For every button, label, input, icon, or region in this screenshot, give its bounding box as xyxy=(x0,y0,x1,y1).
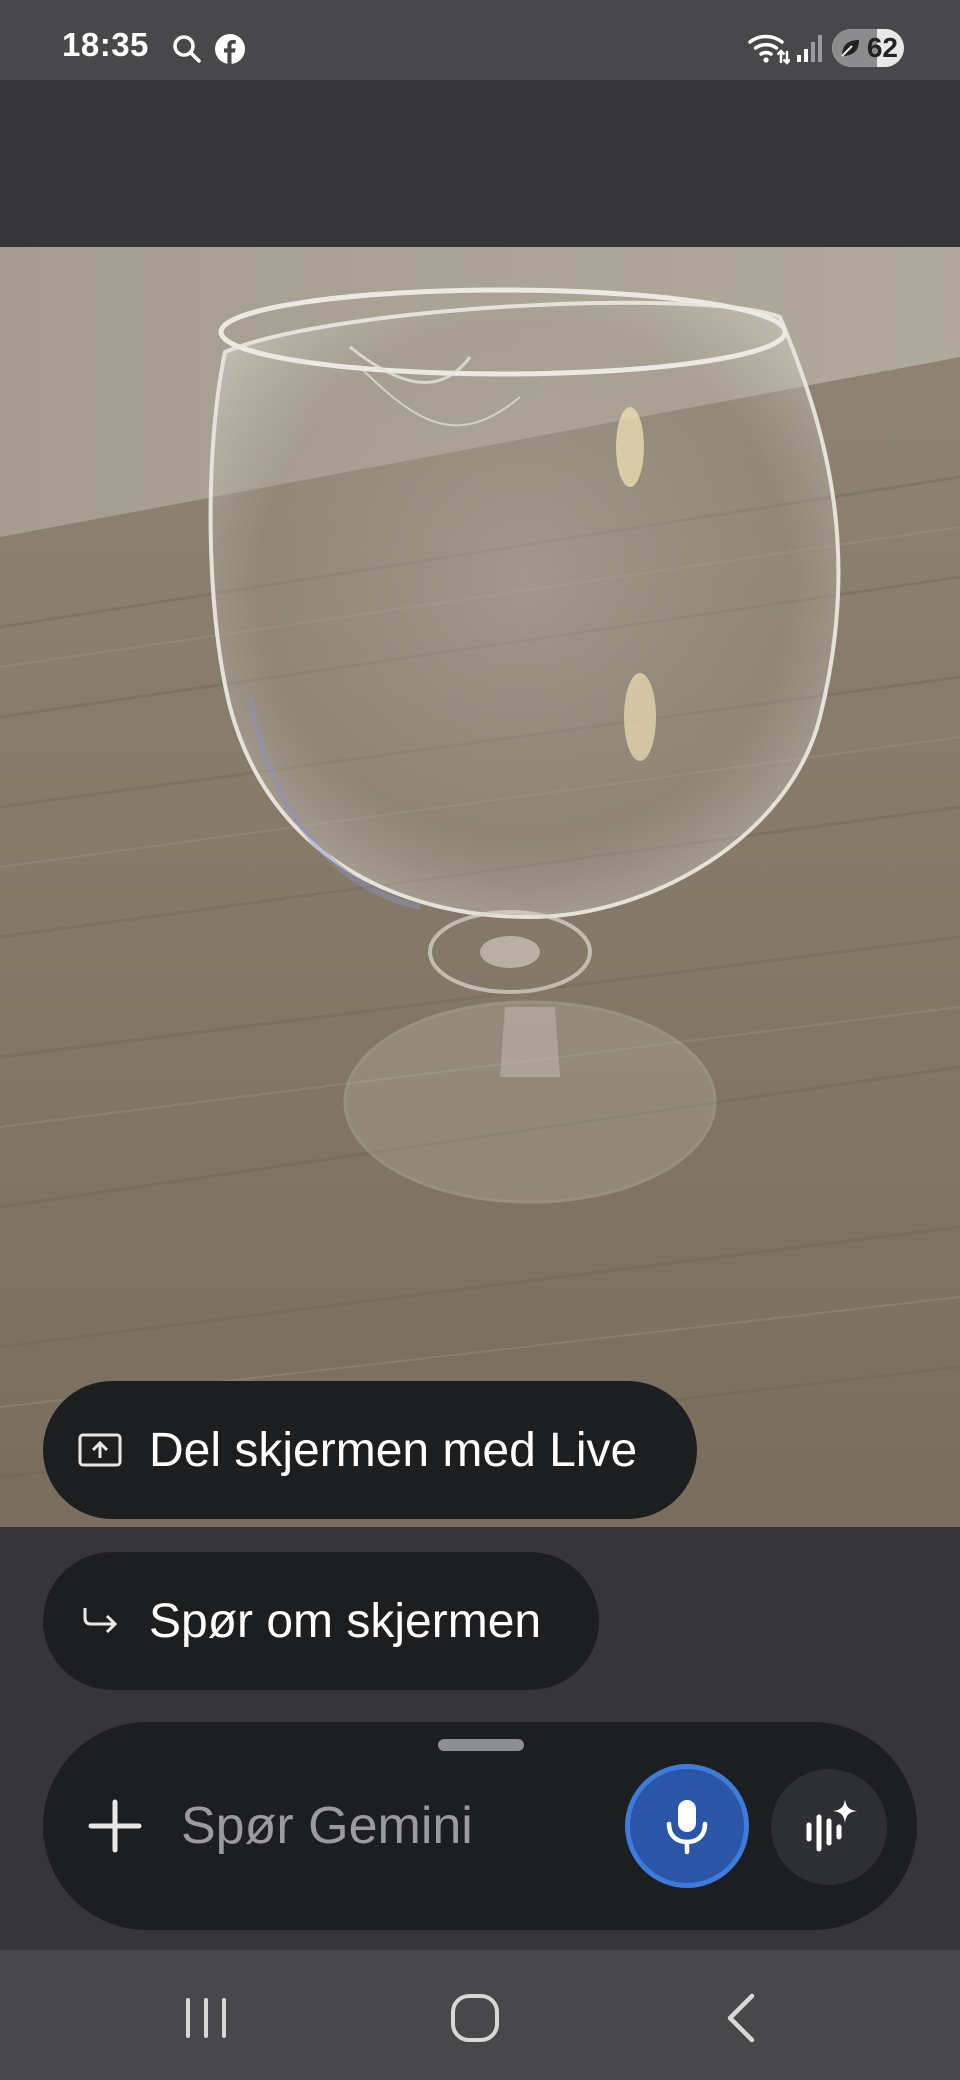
wifi-icon xyxy=(748,34,790,65)
top-band xyxy=(0,80,960,247)
facebook-icon xyxy=(215,34,245,64)
ask-about-screen-label: Spør om skjermen xyxy=(149,1594,542,1648)
home-icon[interactable] xyxy=(445,1988,505,2048)
ask-about-screen-button[interactable]: Spør om skjermen xyxy=(43,1552,599,1690)
battery-percentage: 62 xyxy=(866,32,898,63)
drag-handle[interactable] xyxy=(438,1739,524,1751)
signal-icon xyxy=(797,35,822,62)
ask-gemini-input[interactable] xyxy=(181,1790,481,1862)
plus-icon[interactable] xyxy=(85,1796,145,1856)
crystal-snifter-glass-photo xyxy=(0,247,960,1527)
power-saving-leaf-icon xyxy=(841,40,859,57)
screen-share-icon xyxy=(78,1433,122,1467)
gemini-live-button[interactable] xyxy=(771,1769,887,1885)
battery-icon: 62 xyxy=(832,29,904,67)
gemini-live-icon xyxy=(806,1799,857,1852)
search-icon xyxy=(173,35,201,63)
status-bar: 18:35 62 xyxy=(0,0,960,80)
navigation-bar xyxy=(0,1950,960,2080)
microphone-icon xyxy=(666,1800,708,1855)
share-screen-label: Del skjermen med Live xyxy=(149,1423,638,1477)
recent-apps-icon[interactable] xyxy=(176,1988,236,2048)
reply-arrow-icon xyxy=(83,1608,118,1634)
microphone-button[interactable] xyxy=(625,1764,749,1888)
share-screen-with-live-button[interactable]: Del skjermen med Live xyxy=(43,1381,697,1519)
status-time: 18:35 xyxy=(62,26,149,63)
camera-preview xyxy=(0,247,960,1527)
back-icon[interactable] xyxy=(714,1988,774,2048)
gemini-composer xyxy=(43,1722,917,1930)
